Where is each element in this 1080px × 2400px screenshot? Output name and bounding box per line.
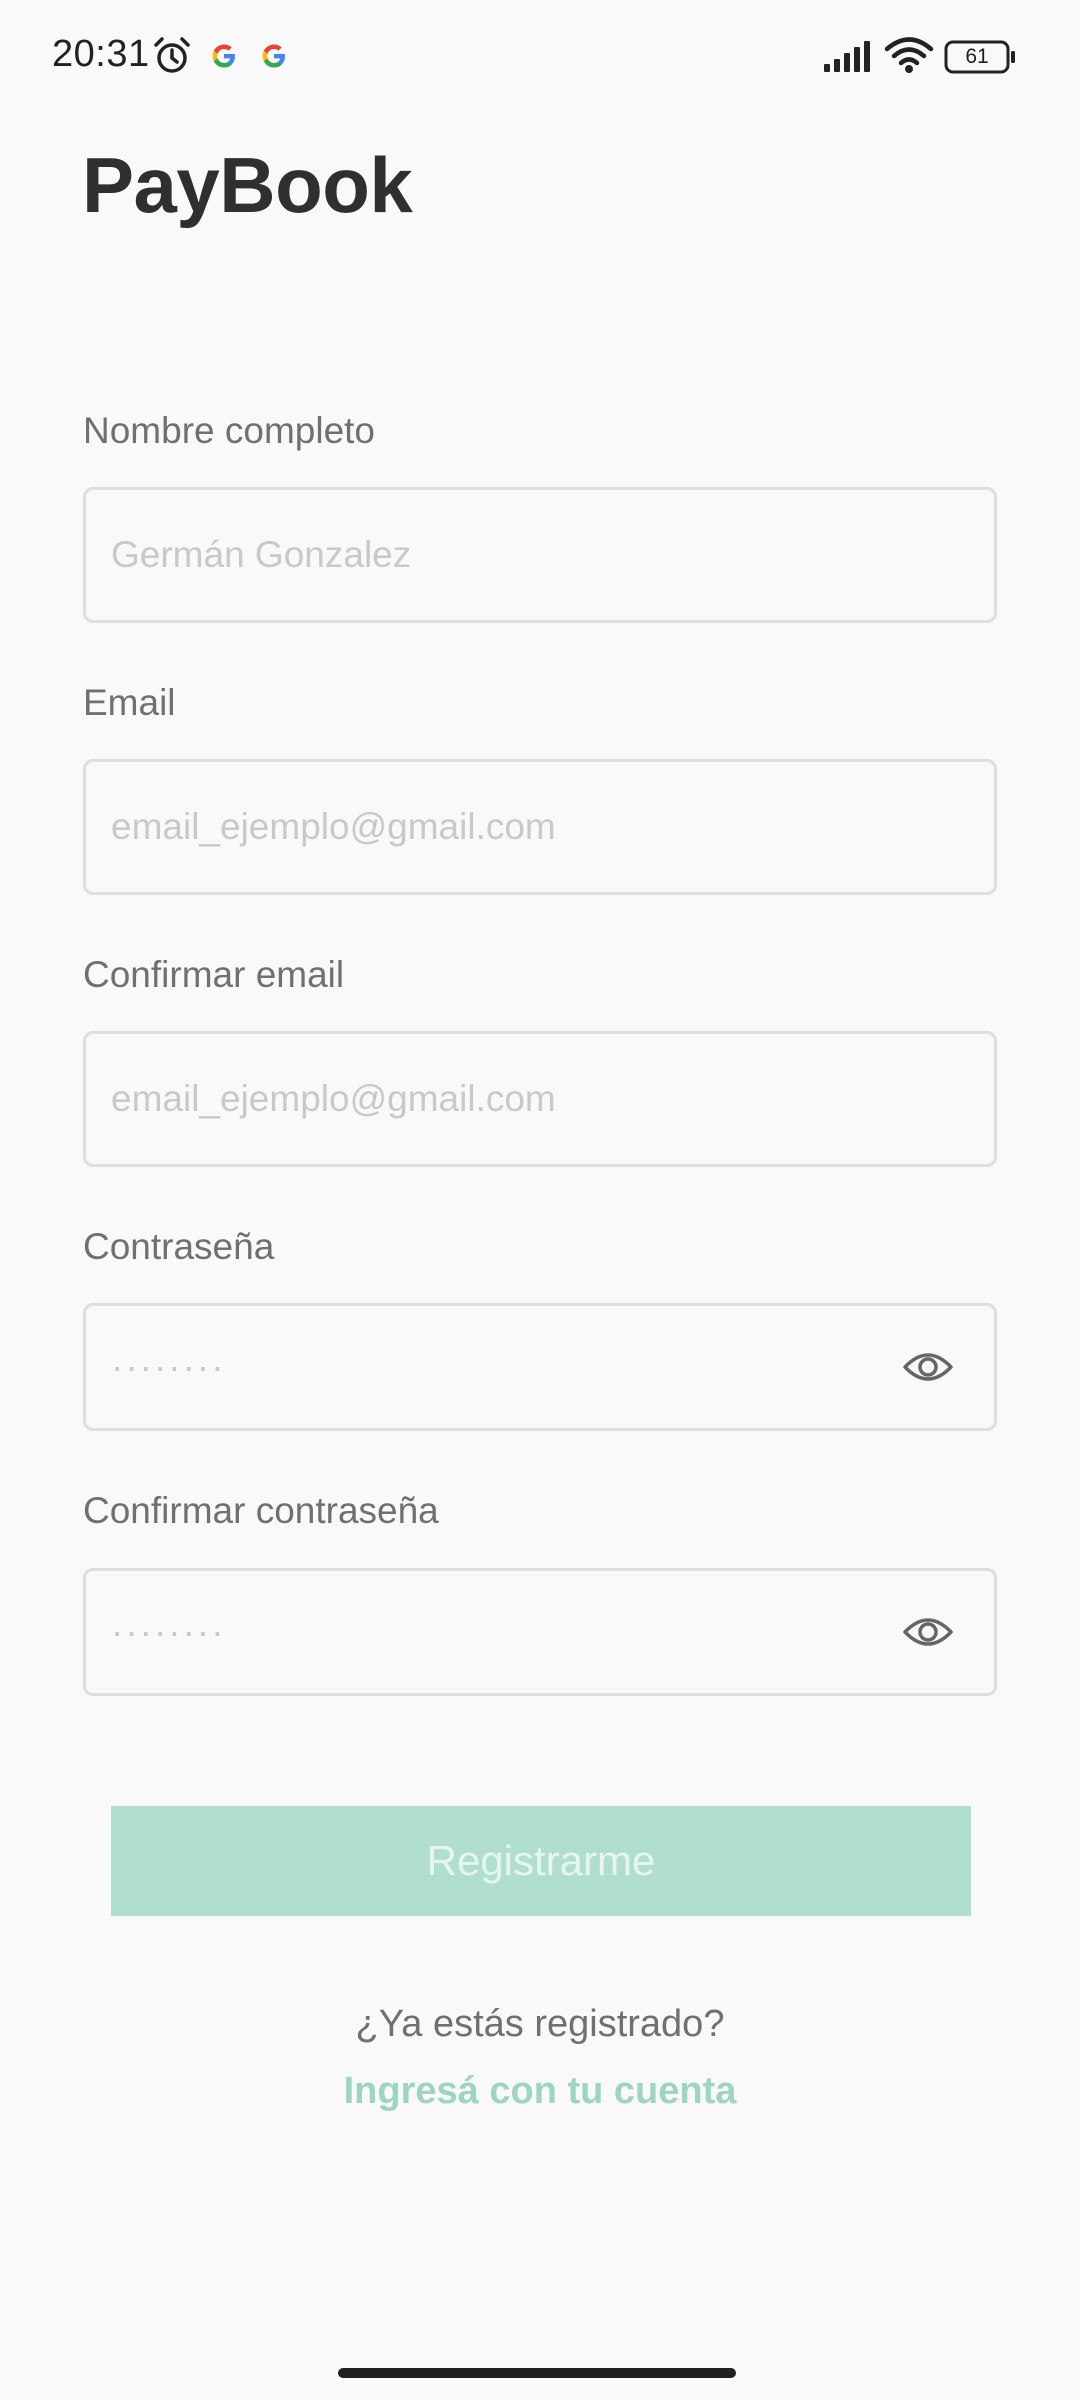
app-title: PayBook: [82, 141, 413, 229]
password-field[interactable]: [83, 1303, 997, 1431]
confirm-email-input[interactable]: [111, 1034, 931, 1164]
status-time: 20:31: [52, 33, 150, 75]
email-label: Email: [83, 682, 176, 723]
confirm-password-field[interactable]: [83, 1568, 997, 1696]
confirm-email-label: Confirmar email: [83, 954, 345, 995]
email-field[interactable]: [83, 759, 997, 895]
login-link[interactable]: Ingresá con tu cuenta: [0, 2070, 1080, 2113]
email-input[interactable]: [111, 762, 931, 892]
full-name-field[interactable]: [83, 487, 997, 623]
confirm-password-label: Confirmar contraseña: [83, 1490, 439, 1531]
battery-level: 61: [965, 45, 989, 68]
google-icon: [262, 44, 285, 68]
wifi-icon: [884, 37, 934, 73]
eye-icon[interactable]: [902, 1612, 954, 1652]
alarm-icon: [154, 37, 190, 73]
register-button[interactable]: Registrarme: [111, 1806, 971, 1916]
full-name-label: Nombre completo: [83, 410, 376, 451]
signal-icon: [824, 41, 870, 72]
google-icon: [212, 44, 235, 68]
full-name-input[interactable]: [111, 490, 931, 620]
status-bar: 20:31 61: [0, 0, 1080, 112]
confirm-password-input[interactable]: [111, 1571, 931, 1693]
already-registered-text: ¿Ya estás registrado?: [355, 2003, 725, 2045]
password-label: Contraseña: [83, 1226, 275, 1267]
home-indicator[interactable]: [338, 2368, 736, 2378]
eye-icon[interactable]: [902, 1347, 954, 1387]
password-input[interactable]: [111, 1306, 931, 1428]
confirm-email-field[interactable]: [83, 1031, 997, 1167]
